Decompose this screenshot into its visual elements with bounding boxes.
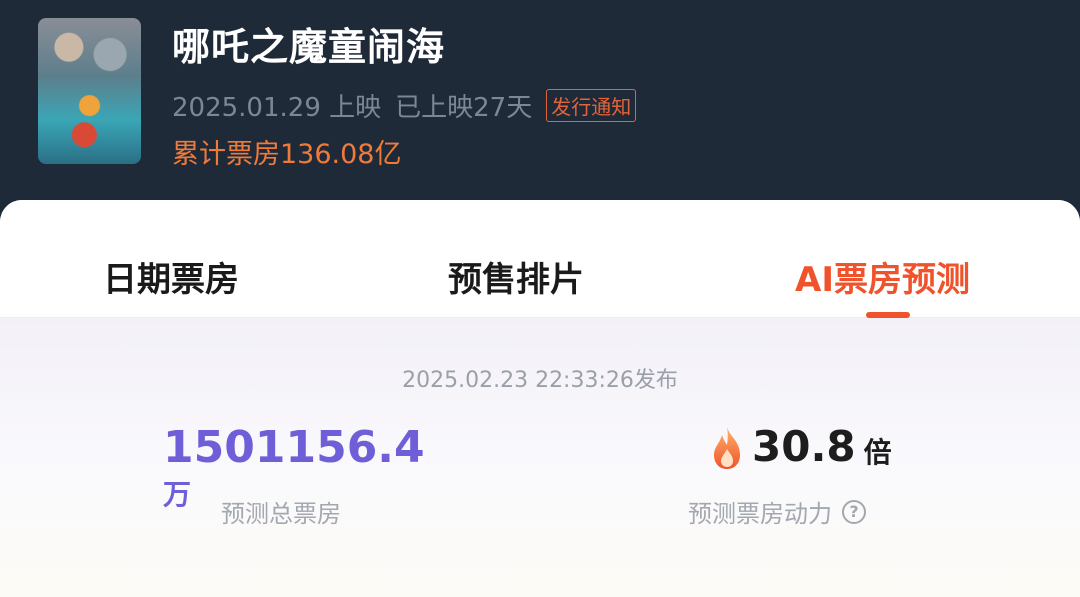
movie-header: 哪吒之魔童闹海 2025.01.29 上映 已上映27天 发行通知 累计票房13…: [0, 0, 1080, 215]
flame-icon: [714, 427, 740, 469]
days-showing: 已上映27天: [395, 92, 533, 123]
tab-daily-box-office[interactable]: 日期票房: [103, 252, 239, 301]
predicted-total-value: 1501156.4: [163, 422, 425, 473]
release-notice-tag[interactable]: 发行通知: [546, 88, 637, 122]
tab-presale-schedule[interactable]: 预售排片: [448, 252, 584, 301]
prediction-power-label-row: 预测票房动力 ?: [688, 494, 866, 529]
prediction-power-unit: 倍: [863, 436, 892, 469]
predicted-total-unit: 万: [163, 478, 192, 511]
release-date: 2025.01.29 上映: [172, 92, 382, 123]
prediction-panel: 2025.02.23 22:33:26发布 1501156.4 万 预测总票房 3…: [0, 318, 1080, 597]
tab-ai-prediction[interactable]: AI票房预测: [795, 252, 970, 301]
prediction-power-value: 30.8: [752, 422, 856, 471]
publish-timestamp: 2025.02.23 22:33:26发布: [402, 368, 678, 393]
prediction-power-label: 预测票房动力: [688, 500, 832, 528]
movie-title: 哪吒之魔童闹海: [172, 25, 446, 69]
cumulative-box-office: 累计票房136.08亿: [172, 139, 402, 170]
predicted-total-stat: 1501156.4 万 预测总票房: [163, 422, 425, 528]
question-circle-icon[interactable]: ?: [842, 499, 866, 524]
content-sheet: 日期票房 预售排片 AI票房预测 2025.02.23 22:33:26发布 1…: [0, 200, 1080, 597]
tab-bar: 日期票房 预售排片 AI票房预测: [0, 200, 1080, 318]
movie-poster[interactable]: [38, 18, 141, 164]
movie-meta: 2025.01.29 上映 已上映27天 发行通知: [172, 88, 637, 123]
predicted-total-label: 预测总票房: [221, 500, 341, 528]
prediction-power-stat: 30.8 倍 预测票房动力 ?: [688, 422, 970, 528]
